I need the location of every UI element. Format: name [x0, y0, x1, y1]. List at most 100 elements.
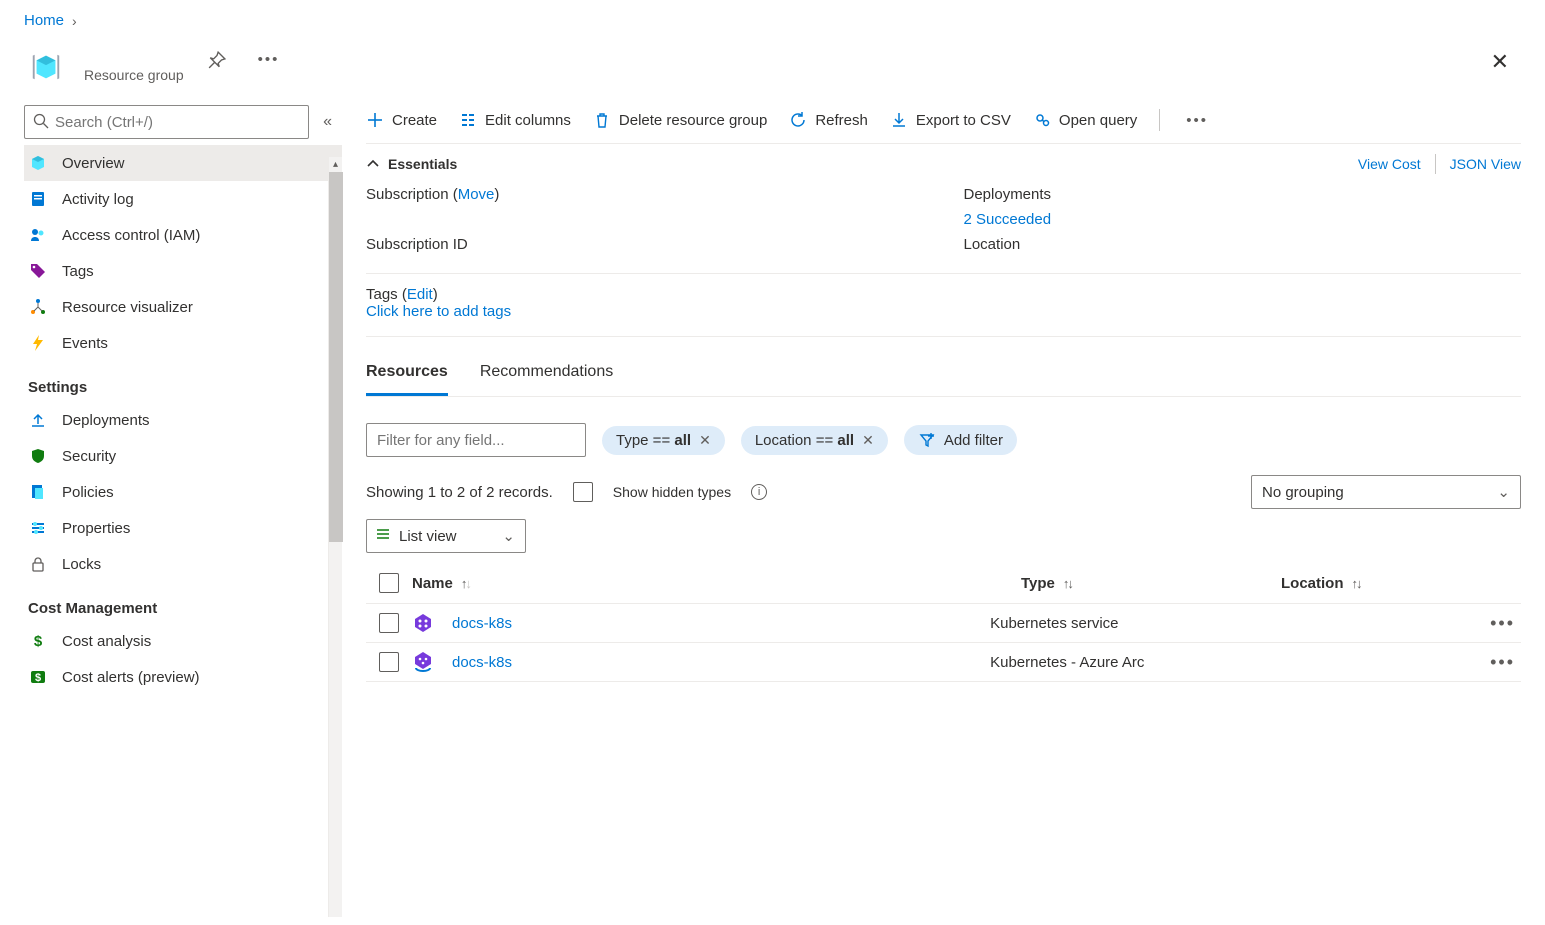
select-all-checkbox[interactable] [379, 573, 399, 593]
row-checkbox[interactable] [379, 613, 399, 633]
subscription-label: Subscription (Move) [366, 184, 924, 205]
subscription-value [366, 211, 924, 228]
location-label: Location [964, 234, 1522, 255]
nav-resource-visualizer[interactable]: Resource visualizer [24, 289, 342, 325]
info-icon[interactable]: i [751, 484, 767, 500]
diagram-icon [28, 298, 48, 316]
shield-icon [28, 447, 48, 465]
view-mode-select[interactable]: List view ⌄ [366, 519, 526, 553]
remove-filter-icon[interactable]: ✕ [862, 432, 874, 449]
main-content: Create Edit columns Delete resource grou… [342, 105, 1545, 706]
resource-name-link[interactable]: docs-k8s [452, 654, 512, 671]
refresh-button[interactable]: Refresh [789, 111, 868, 129]
header-more-button[interactable]: ••• [250, 45, 288, 74]
nav-events[interactable]: Events [24, 325, 342, 361]
page-header: Resource group ••• ✕ [0, 37, 1545, 105]
row-checkbox[interactable] [379, 652, 399, 672]
deployments-label: Deployments [964, 184, 1522, 205]
collapse-sidebar-button[interactable]: « [319, 109, 336, 135]
nav-locks[interactable]: Locks [24, 546, 342, 582]
nav-label: Cost alerts (preview) [62, 669, 200, 686]
nav-properties[interactable]: Properties [24, 510, 342, 546]
col-type-header[interactable]: Type ↑↓ [1021, 575, 1281, 592]
edit-tags-link[interactable]: Edit [407, 286, 433, 303]
close-button[interactable]: ✕ [1479, 45, 1521, 79]
pin-icon [208, 51, 226, 73]
nav-cost-alerts[interactable]: $ Cost alerts (preview) [24, 659, 342, 695]
policy-icon [28, 483, 48, 501]
essentials-grid: Subscription (Move) Deployments 2 Succee… [366, 184, 1521, 274]
filter-input[interactable] [366, 423, 586, 457]
nav-deployments[interactable]: Deployments [24, 402, 342, 438]
chevron-up-icon[interactable] [366, 156, 380, 173]
view-cost-link[interactable]: View Cost [1358, 156, 1421, 172]
row-more-button[interactable]: ••• [1490, 652, 1521, 673]
toolbar-divider [1159, 109, 1160, 131]
nav-policies[interactable]: Policies [24, 474, 342, 510]
json-view-link[interactable]: JSON View [1450, 156, 1521, 172]
nav-label: Properties [62, 520, 130, 537]
kubernetes-arc-icon [412, 651, 434, 673]
col-name-header[interactable]: Name ↑↓ [412, 575, 1021, 592]
properties-icon [28, 519, 48, 537]
nav-label: Tags [62, 263, 94, 280]
create-button[interactable]: Create [366, 111, 437, 129]
breadcrumb-home[interactable]: Home [24, 12, 64, 29]
table-row: docs-k8s Kubernetes service ••• [366, 604, 1521, 643]
svg-text:$: $ [34, 633, 43, 650]
subscription-id-label: Subscription ID [366, 234, 924, 255]
sidebar-search[interactable] [24, 105, 309, 139]
upload-icon [28, 411, 48, 429]
tags-label: Tags [366, 286, 398, 303]
add-tags-link[interactable]: Click here to add tags [366, 303, 511, 320]
show-hidden-label: Show hidden types [613, 484, 731, 500]
lightning-icon [28, 334, 48, 352]
export-csv-button[interactable]: Export to CSV [890, 111, 1011, 129]
trash-icon [593, 111, 611, 129]
tool-label: Open query [1059, 112, 1137, 129]
view-mode-value: List view [399, 528, 457, 545]
tool-label: Delete resource group [619, 112, 767, 129]
nav-label: Events [62, 335, 108, 352]
nav-access-control[interactable]: Access control (IAM) [24, 217, 342, 253]
nav-overview[interactable]: Overview [24, 145, 342, 181]
scroll-thumb[interactable] [329, 172, 343, 542]
edit-columns-button[interactable]: Edit columns [459, 111, 571, 129]
sidebar-scrollbar[interactable]: ▴ [328, 157, 342, 917]
scroll-up-arrow-icon: ▴ [333, 157, 338, 172]
open-query-button[interactable]: Open query [1033, 111, 1137, 129]
sort-icon: ↑↓ [1352, 576, 1361, 591]
essentials-title: Essentials [388, 156, 457, 172]
table-header: Name ↑↓ Type ↑↓ Location ↑↓ [366, 563, 1521, 604]
filter-type-pill[interactable]: Type == all ✕ [602, 426, 725, 455]
nav-activity-log[interactable]: Activity log [24, 181, 342, 217]
nav-tags[interactable]: Tags [24, 253, 342, 289]
show-hidden-checkbox[interactable] [573, 482, 593, 502]
nav-security[interactable]: Security [24, 438, 342, 474]
grouping-value: No grouping [1262, 484, 1344, 501]
records-row: Showing 1 to 2 of 2 records. Show hidden… [366, 471, 1521, 519]
filter-location-pill[interactable]: Location == all ✕ [741, 426, 888, 455]
divider [1435, 154, 1436, 174]
tab-recommendations[interactable]: Recommendations [480, 363, 613, 396]
pin-button[interactable] [200, 45, 234, 79]
grouping-select[interactable]: No grouping ⌄ [1251, 475, 1521, 509]
delete-button[interactable]: Delete resource group [593, 111, 767, 129]
toolbar-more-button[interactable]: ••• [1186, 112, 1208, 129]
col-location-header[interactable]: Location ↑↓ [1281, 575, 1521, 592]
pill-text: Type == all [616, 432, 691, 449]
add-filter-pill[interactable]: Add filter [904, 425, 1017, 455]
move-link[interactable]: Move [458, 186, 495, 203]
resource-name-link[interactable]: docs-k8s [452, 615, 512, 632]
book-icon [28, 190, 48, 208]
remove-filter-icon[interactable]: ✕ [699, 432, 711, 449]
nav-cost-analysis[interactable]: $ Cost analysis [24, 623, 342, 659]
sort-icon: ↑↓ [461, 576, 470, 591]
chevron-down-icon: ⌄ [502, 527, 515, 545]
row-more-button[interactable]: ••• [1490, 613, 1521, 634]
deployments-value[interactable]: 2 Succeeded [964, 211, 1522, 228]
sidebar-search-input[interactable] [55, 114, 300, 131]
tab-resources[interactable]: Resources [366, 363, 448, 396]
sort-icon: ↑↓ [1063, 576, 1072, 591]
nav-label: Locks [62, 556, 101, 573]
